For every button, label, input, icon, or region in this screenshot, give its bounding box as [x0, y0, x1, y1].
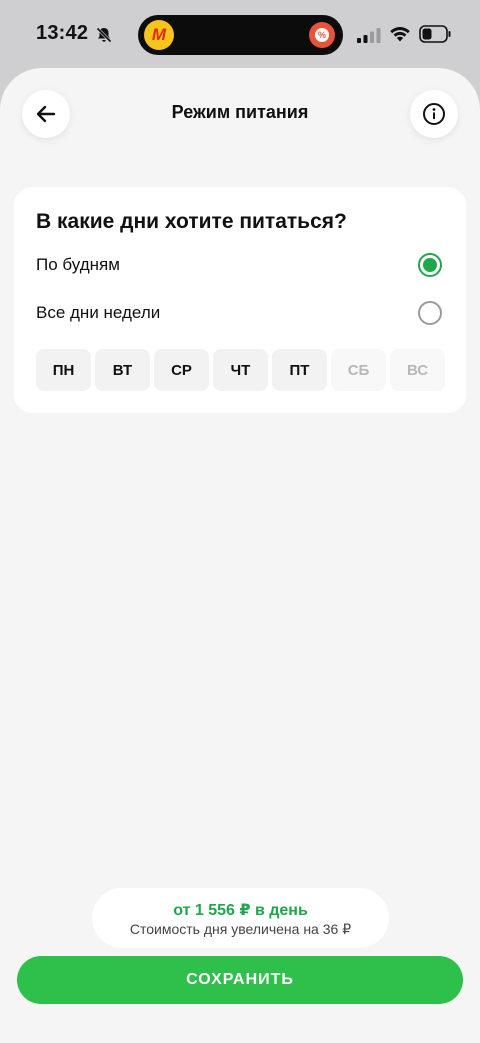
info-icon: [423, 103, 445, 125]
dynamic-island: M %: [138, 15, 343, 55]
discount-icon: %: [309, 22, 335, 48]
radio-checked[interactable]: [418, 253, 442, 277]
cellular-signal-icon: [357, 28, 381, 43]
day-saturday[interactable]: СБ: [331, 349, 386, 391]
day-monday[interactable]: ПН: [36, 349, 91, 391]
status-bar: 13:42 M %: [0, 0, 480, 70]
app-logo-icon: M: [144, 20, 174, 50]
option-all-days[interactable]: Все дни недели: [36, 298, 442, 328]
price-increase-note: Стоимость дня увеличена на 36 ₽: [129, 921, 352, 937]
save-button[interactable]: СОХРАНИТЬ: [17, 956, 463, 1004]
day-wednesday[interactable]: СР: [154, 349, 209, 391]
day-selector: ПН ВТ СР ЧТ ПТ СБ ВС: [36, 349, 445, 391]
battery-icon: [419, 25, 451, 43]
days-card: В какие дни хотите питаться? По будням В…: [14, 187, 466, 413]
page-title: Режим питания: [171, 102, 309, 122]
day-sunday[interactable]: ВС: [390, 349, 445, 391]
wifi-icon: [390, 27, 410, 42]
info-button[interactable]: [410, 90, 458, 138]
price-summary: от 1 556 ₽ в день Стоимость дня увеличен…: [92, 888, 389, 948]
option-label: По будням: [36, 255, 120, 274]
day-friday[interactable]: ПТ: [272, 349, 327, 391]
option-label: Все дни недели: [36, 303, 161, 322]
discount-symbol: %: [315, 28, 329, 42]
bell-off-icon: [96, 27, 112, 43]
meal-schedule-sheet: Режим питания В какие дни хотите питатьс…: [0, 68, 480, 1043]
price-per-day: от 1 556 ₽ в день: [173, 902, 308, 919]
days-question: В какие дни хотите питаться?: [36, 210, 347, 233]
status-time: 13:42: [36, 22, 89, 44]
option-weekdays[interactable]: По будням: [36, 250, 442, 280]
radio-unchecked[interactable]: [418, 301, 442, 325]
day-thursday[interactable]: ЧТ: [213, 349, 268, 391]
day-tuesday[interactable]: ВТ: [95, 349, 150, 391]
